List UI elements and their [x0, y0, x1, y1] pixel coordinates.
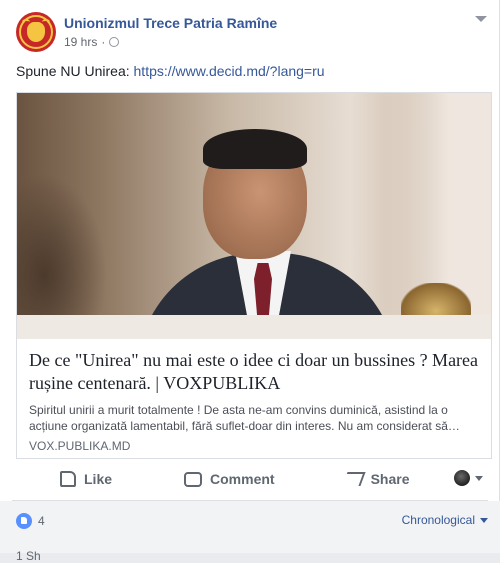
viewer-avatar — [454, 470, 470, 486]
reaction-count: 4 — [38, 514, 45, 528]
globe-icon — [109, 37, 120, 47]
comment-label: Comment — [210, 471, 275, 487]
caret-down-icon — [480, 517, 488, 523]
link-description: Spiritul unirii a murit totalmente ! De … — [29, 403, 460, 433]
sort-label: Chronological — [401, 513, 475, 527]
like-label: Like — [84, 471, 113, 487]
post-timestamp[interactable]: 19 hrs — [64, 35, 97, 49]
comment-button[interactable]: Comment — [184, 471, 275, 487]
post-text: Spune NU Unirea: https://www.decid.md/?l… — [16, 62, 325, 80]
share-label: Share — [370, 471, 410, 487]
share-button[interactable]: Share — [342, 471, 410, 487]
post-message: Spune NU Unirea: — [16, 63, 130, 79]
page-name-link[interactable]: Unionizmul Trece Patria Ramîne — [64, 14, 277, 32]
meta-separator: · — [101, 35, 106, 49]
link-domain: VOX.PUBLIKA.MD — [29, 439, 131, 453]
caret-down-icon — [475, 475, 483, 481]
action-bar: Like Comment Share — [12, 462, 488, 496]
page-avatar[interactable] — [16, 12, 56, 52]
link-attachment[interactable]: De ce "Unirea" nu mai este o idee ci doa… — [16, 92, 492, 459]
thumbs-up-icon — [60, 471, 76, 487]
post-header: Unionizmul Trece Patria Ramîne 19 hrs · — [16, 12, 277, 56]
like-button[interactable]: Like — [60, 471, 112, 487]
shares-count[interactable]: 1 Sh — [16, 549, 41, 563]
link-title[interactable]: De ce "Unirea" nu mai este o idee ci doa… — [29, 349, 481, 395]
share-arrow-icon — [342, 472, 366, 486]
post-card: Unionizmul Trece Patria Ramîne 19 hrs · … — [0, 0, 500, 563]
link-preview-text[interactable]: De ce "Unirea" nu mai este o idee ci doa… — [17, 339, 491, 458]
reaction-summary[interactable]: 4 — [16, 513, 45, 529]
viewer-selector[interactable] — [454, 470, 483, 486]
comment-icon — [184, 471, 203, 487]
like-reaction-icon — [16, 513, 32, 529]
post-footer: 4 Chronological 1 Sh — [0, 501, 500, 563]
comment-sort-dropdown[interactable]: Chronological — [402, 513, 488, 527]
post-options-chevron-icon[interactable] — [475, 16, 487, 22]
post-link[interactable]: https://www.decid.md/?lang=ru — [134, 63, 325, 79]
attachment-photo[interactable] — [17, 93, 491, 339]
